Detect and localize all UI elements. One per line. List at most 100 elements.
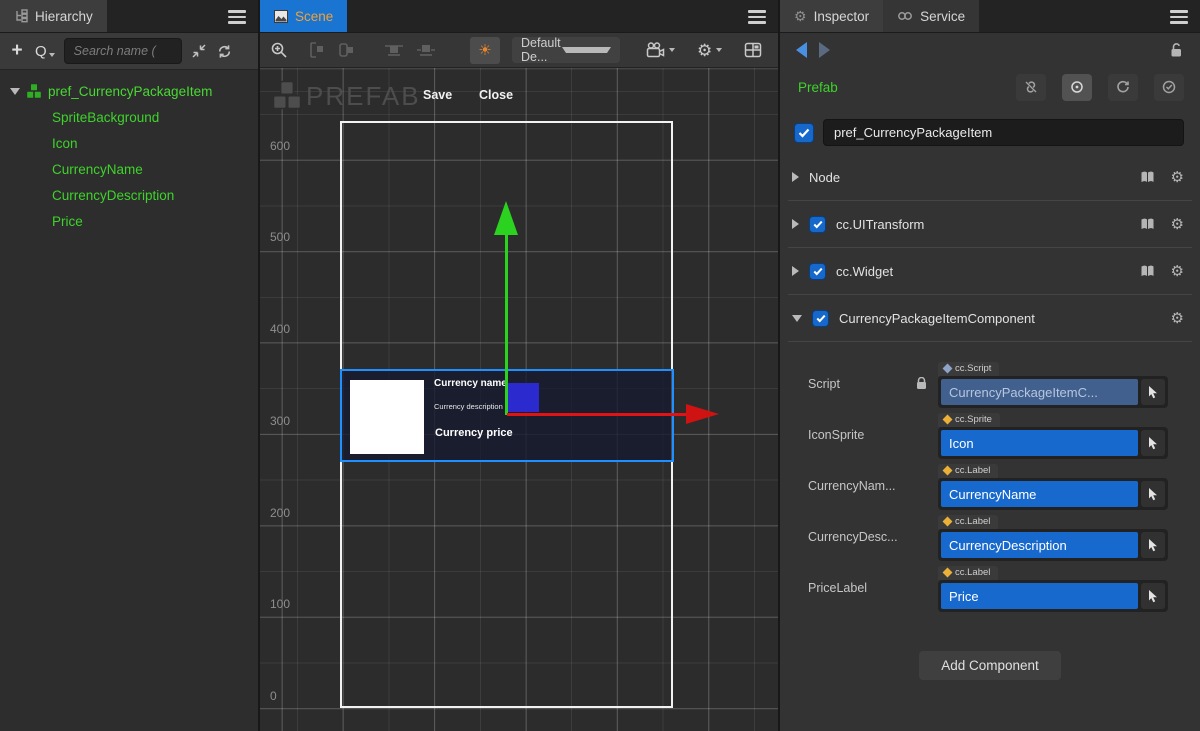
gear-icon[interactable]: ⚙	[1171, 264, 1184, 279]
hierarchy-search-input[interactable]	[64, 38, 182, 64]
editor-root: Hierarchy + Q pref_Curr	[0, 0, 1200, 731]
expand-arrow-icon[interactable]	[792, 315, 802, 322]
gizmo-xy-plane-handle[interactable]	[507, 383, 539, 412]
prefab-close-button[interactable]: Close	[479, 88, 513, 102]
prefab-save-button[interactable]: Save	[423, 88, 452, 102]
create-node-button[interactable]: +	[8, 40, 26, 62]
type-badge: cc.Label	[938, 464, 998, 478]
gizmo-y-axis-arrow-icon[interactable]	[494, 201, 518, 235]
locate-prefab-button[interactable]	[1062, 74, 1092, 101]
gear-icon[interactable]: ⚙	[1171, 217, 1184, 232]
component-enabled-checkbox[interactable]	[812, 310, 829, 327]
expand-arrow-icon[interactable]	[10, 88, 20, 95]
tab-scene[interactable]: Scene	[260, 0, 347, 32]
script-reference-field[interactable]: CurrencyPackageItemC...	[941, 379, 1138, 405]
property-label: PriceLabel	[808, 581, 867, 595]
insert-sibling-left-icon[interactable]	[308, 42, 326, 58]
label-reference-field[interactable]: CurrencyDescription	[941, 532, 1138, 558]
label-reference-field[interactable]: CurrencyName	[941, 481, 1138, 507]
history-forward-button[interactable]	[819, 42, 830, 58]
scene-menu-icon[interactable]	[748, 10, 766, 27]
section-title: Node	[809, 170, 1130, 185]
history-back-button[interactable]	[796, 42, 807, 58]
tab-inspector[interactable]: ⚙ Inspector	[780, 0, 883, 32]
tree-node[interactable]: Price	[0, 208, 258, 234]
section-divider	[788, 200, 1192, 201]
sprite-reference-field[interactable]: Icon	[941, 430, 1138, 456]
expand-arrow-icon[interactable]	[792, 266, 799, 276]
ruler-label: 500	[270, 230, 290, 244]
unlock-icon[interactable]	[1169, 42, 1184, 58]
align-top-icon[interactable]	[384, 42, 404, 58]
collapse-all-icon[interactable]	[191, 43, 207, 59]
component-enabled-checkbox[interactable]	[809, 216, 826, 233]
search-type-label: Q	[35, 43, 47, 60]
lighting-toggle-button[interactable]: ☀	[470, 37, 500, 64]
gear-icon[interactable]: ⚙	[1171, 311, 1184, 326]
chevron-down-icon	[49, 53, 55, 57]
tree-node[interactable]: CurrencyDescription	[0, 182, 258, 208]
gizmo-x-axis-arrow-icon[interactable]	[686, 404, 719, 424]
insert-sibling-right-icon[interactable]	[338, 42, 356, 58]
tree-node[interactable]: CurrencyName	[0, 156, 258, 182]
gizmo-y-axis[interactable]	[505, 235, 508, 415]
gizmo-mode-value: Default De...	[521, 36, 562, 64]
tree-node-root[interactable]: pref_CurrencyPackageItem	[0, 78, 258, 104]
tree-node-label: Icon	[52, 136, 78, 151]
component-enabled-checkbox[interactable]	[809, 263, 826, 280]
picker-cursor-icon[interactable]	[1141, 532, 1165, 558]
service-link-icon	[897, 10, 913, 22]
picker-cursor-icon[interactable]	[1141, 379, 1165, 405]
node-name-input[interactable]	[823, 119, 1184, 146]
diamond-icon	[943, 517, 953, 527]
tab-scene-label: Scene	[295, 9, 333, 24]
expand-arrow-icon[interactable]	[792, 219, 799, 229]
section-uitransform[interactable]: cc.UITransform ⚙	[780, 207, 1200, 241]
property-label: IconSprite	[808, 428, 864, 442]
help-book-icon[interactable]	[1140, 170, 1155, 184]
ruler-label: 100	[270, 597, 290, 611]
type-badge: cc.Sprite	[938, 413, 1000, 427]
picker-cursor-icon[interactable]	[1141, 583, 1165, 609]
tree-node[interactable]: Icon	[0, 130, 258, 156]
lock-icon	[916, 377, 927, 390]
reference-box: Price	[938, 580, 1168, 612]
tree-node-label: CurrencyDescription	[52, 188, 174, 203]
tab-hierarchy[interactable]: Hierarchy	[0, 0, 107, 32]
apply-prefab-button[interactable]	[1154, 74, 1184, 101]
hierarchy-panel: Hierarchy + Q pref_Curr	[0, 0, 258, 731]
tree-node[interactable]: SpriteBackground	[0, 104, 258, 130]
hierarchy-menu-icon[interactable]	[228, 10, 246, 27]
gizmo-mode-dropdown[interactable]: Default De...	[512, 37, 620, 63]
help-book-icon[interactable]	[1140, 264, 1155, 278]
section-widget[interactable]: cc.Widget ⚙	[780, 254, 1200, 288]
label-reference-field[interactable]: Price	[941, 583, 1138, 609]
expand-arrow-icon[interactable]	[792, 172, 799, 182]
scene-gear-dropdown[interactable]: ⚙	[697, 42, 722, 59]
camera-settings-dropdown[interactable]	[646, 42, 675, 58]
section-node[interactable]: Node ⚙	[780, 160, 1200, 194]
scene-image-icon	[274, 10, 288, 23]
picker-cursor-icon[interactable]	[1141, 481, 1165, 507]
align-middle-icon[interactable]	[416, 42, 436, 58]
zoom-icon[interactable]	[270, 41, 288, 59]
unlink-prefab-button[interactable]	[1016, 74, 1046, 101]
scene-viewport[interactable]: 600 500 400 300 200 100 0 PREFAB Save Cl…	[260, 68, 778, 731]
gear-icon[interactable]: ⚙	[1171, 170, 1184, 185]
search-type-button[interactable]: Q	[35, 43, 55, 60]
layout-grid-icon[interactable]	[744, 42, 762, 58]
section-title: cc.Widget	[836, 264, 1130, 279]
refresh-icon[interactable]	[216, 43, 233, 60]
section-currencypackageitemcomponent[interactable]: CurrencyPackageItemComponent ⚙	[780, 301, 1200, 335]
help-book-icon[interactable]	[1140, 217, 1155, 231]
reset-prefab-button[interactable]	[1108, 74, 1138, 101]
tab-service[interactable]: Service	[883, 0, 979, 32]
gizmo-x-axis[interactable]	[507, 413, 688, 416]
add-component-button[interactable]: Add Component	[919, 651, 1061, 680]
picker-cursor-icon[interactable]	[1141, 430, 1165, 456]
inspector-menu-icon[interactable]	[1170, 10, 1188, 27]
node-active-checkbox[interactable]	[794, 123, 814, 143]
component-properties: Script cc.Script CurrencyPackageItemC...	[780, 348, 1200, 613]
type-badge: cc.Script	[938, 362, 999, 376]
currency-name-text: Currency name	[434, 378, 507, 389]
